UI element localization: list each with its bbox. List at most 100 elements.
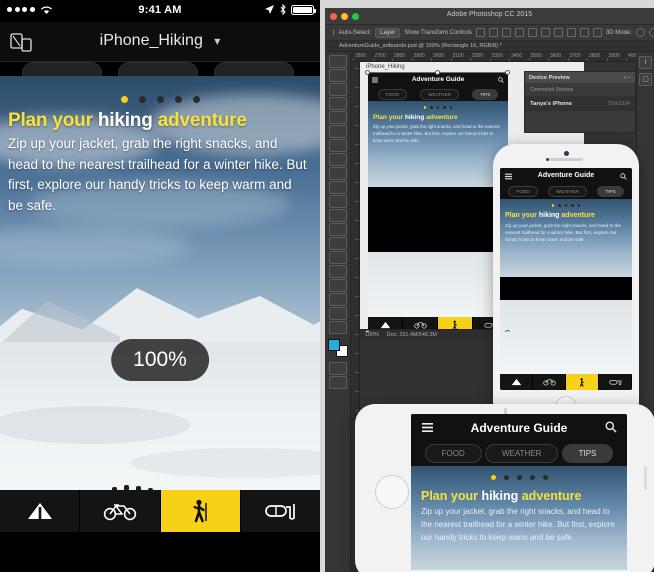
pill-weather[interactable]: WEATHER — [420, 88, 459, 100]
volume-button[interactable] — [644, 466, 647, 490]
pill-weather[interactable]: WEATHER — [484, 443, 559, 463]
tool-gradient[interactable] — [328, 209, 347, 222]
tool-eyedropper[interactable] — [328, 125, 347, 138]
tool-dodge[interactable] — [328, 237, 347, 250]
device-name-dropdown[interactable]: iPhone_Hiking ▾ — [0, 32, 320, 50]
tool-blur[interactable] — [328, 223, 347, 236]
phone-tab-hiking[interactable] — [566, 374, 599, 390]
pill-food[interactable]: FOOD — [424, 443, 482, 463]
selection-handle-br[interactable] — [505, 330, 510, 332]
align-left-icon[interactable] — [475, 28, 485, 37]
artboard-iphone-hiking[interactable]: Adventure Guide FOOD WEATHER TIPS Plan y… — [368, 73, 508, 332]
align-top-icon[interactable] — [514, 28, 524, 37]
show-transform-checkbox[interactable]: Show Transform Controls — [404, 30, 472, 36]
align-bottom-icon[interactable] — [540, 28, 550, 37]
roll-3d-icon[interactable] — [648, 28, 654, 37]
device-name-label: iPhone_Hiking — [99, 32, 203, 49]
tool-healing-brush[interactable] — [328, 139, 347, 152]
selection-handle-tc[interactable] — [435, 70, 440, 75]
align-center-h-icon[interactable] — [488, 28, 498, 37]
tab-hiking[interactable] — [160, 490, 241, 532]
selection-handle-bl[interactable] — [365, 330, 370, 332]
tool-brush[interactable] — [328, 153, 347, 166]
device-list-item[interactable]: Tanya's iPhone 750x1334 — [525, 96, 635, 111]
align-center-v-icon[interactable] — [527, 28, 537, 37]
distribute-left-icon[interactable] — [553, 28, 563, 37]
preview-canvas: Plan your hiking adventure Zip up your j… — [0, 76, 320, 532]
phone-screen-bottom[interactable]: Adventure Guide FOOD WEATHER TIPS Plan y… — [411, 414, 627, 570]
tab-snorkeling[interactable] — [241, 490, 320, 532]
phone-carousel-dots[interactable] — [500, 204, 632, 207]
layer-select-dropdown[interactable]: Layer — [375, 27, 401, 38]
arrange-icon[interactable] — [592, 28, 602, 37]
pill-tips[interactable]: TIPS — [597, 186, 624, 197]
phone-screen-middle[interactable]: Adventure Guide FOOD WEATHER TIPS Plan y… — [500, 168, 632, 390]
foreground-color-swatch[interactable] — [327, 339, 340, 351]
phone-headline: Plan your hiking adventure — [421, 489, 581, 503]
search-icon[interactable] — [620, 173, 627, 180]
tool-clone-stamp[interactable] — [328, 167, 347, 180]
tool-zoom[interactable] — [328, 321, 347, 334]
document-tab[interactable]: AdventureGuide_artboards.psd @ 100% (Rec… — [325, 41, 654, 52]
phone-headline-3: adventure — [561, 212, 595, 219]
color-swatch[interactable] — [327, 339, 348, 357]
info-icon[interactable]: i — [639, 56, 652, 69]
rotate-3d-icon[interactable] — [635, 28, 645, 37]
bicycle-icon — [542, 379, 556, 386]
tool-marquee[interactable] — [328, 69, 347, 82]
ruler-tick-mark — [355, 353, 359, 354]
phone-tab-snorkeling[interactable] — [599, 374, 632, 390]
auto-select-checkbox[interactable]: Auto-Select: — [339, 30, 372, 36]
distribute-right-icon[interactable] — [579, 28, 589, 37]
ruler-tick-mark — [355, 296, 359, 297]
status-zoom-level[interactable]: 100% — [365, 332, 379, 338]
tool-move[interactable] — [328, 55, 347, 68]
align-right-icon[interactable] — [501, 28, 511, 37]
ruler-tick-mark — [355, 372, 359, 373]
tool-hand[interactable] — [328, 307, 347, 320]
tool-eraser[interactable] — [328, 195, 347, 208]
panel-menu-icon[interactable]: ≡ × — [624, 75, 631, 81]
tool-quick-mask[interactable] — [328, 362, 347, 375]
tool-rectangle[interactable] — [328, 293, 347, 306]
photoshop-options-bar: | Auto-Select: Layer Show Transform Cont… — [325, 25, 654, 41]
phone-nav-title: Adventure Guide — [470, 421, 568, 435]
home-button[interactable] — [375, 475, 409, 509]
pill-tips[interactable]: TIPS — [561, 443, 614, 463]
tool-screen-mode[interactable] — [328, 376, 347, 389]
tool-crop[interactable] — [328, 111, 347, 124]
carousel-dots[interactable] — [0, 96, 320, 103]
ruler-tick-mark — [355, 239, 359, 240]
device-preview-icon[interactable]: ▢ — [639, 73, 652, 86]
distribute-center-icon[interactable] — [566, 28, 576, 37]
artboard-label[interactable]: iPhone_Hiking — [366, 64, 405, 70]
artboard-carousel-dots[interactable] — [368, 106, 508, 109]
pill-weather[interactable]: WEATHER — [548, 186, 587, 197]
pill-food[interactable]: FOOD — [508, 186, 538, 197]
tool-pen[interactable] — [328, 251, 347, 264]
photoshop-window: Adobe Photoshop CC 2015 | Auto-Select: L… — [325, 8, 654, 572]
tool-history-brush[interactable] — [328, 181, 347, 194]
tool-type[interactable] — [328, 265, 347, 278]
tool-quick-select[interactable] — [328, 97, 347, 110]
pill-tips[interactable]: TIPS — [472, 88, 499, 100]
ruler-tick-mark — [355, 144, 359, 145]
search-icon[interactable] — [498, 77, 504, 83]
status-doc-size: Doc: 151.4M/548.3M — [386, 332, 437, 338]
ruler-tick-label: 2700 — [374, 53, 386, 59]
snorkel-mask-icon — [608, 379, 621, 386]
iphone-mockup-bottom: Adventure Guide FOOD WEATHER TIPS Plan y… — [355, 404, 654, 572]
tool-path-select[interactable] — [328, 279, 347, 292]
proximity-sensor — [546, 158, 549, 161]
pill-food[interactable]: FOOD — [377, 88, 407, 100]
selection-handle-tr[interactable] — [505, 70, 510, 75]
phone-tab-cycling[interactable] — [533, 374, 566, 390]
tab-camping[interactable] — [0, 490, 81, 532]
selection-handle-tl[interactable] — [365, 70, 370, 75]
phone-tab-camping[interactable] — [500, 374, 533, 390]
search-icon[interactable] — [605, 421, 617, 433]
earpiece-speaker — [549, 158, 583, 161]
tool-lasso[interactable] — [328, 83, 347, 96]
tab-cycling[interactable] — [80, 490, 161, 532]
phone-carousel-dots[interactable] — [411, 475, 627, 480]
